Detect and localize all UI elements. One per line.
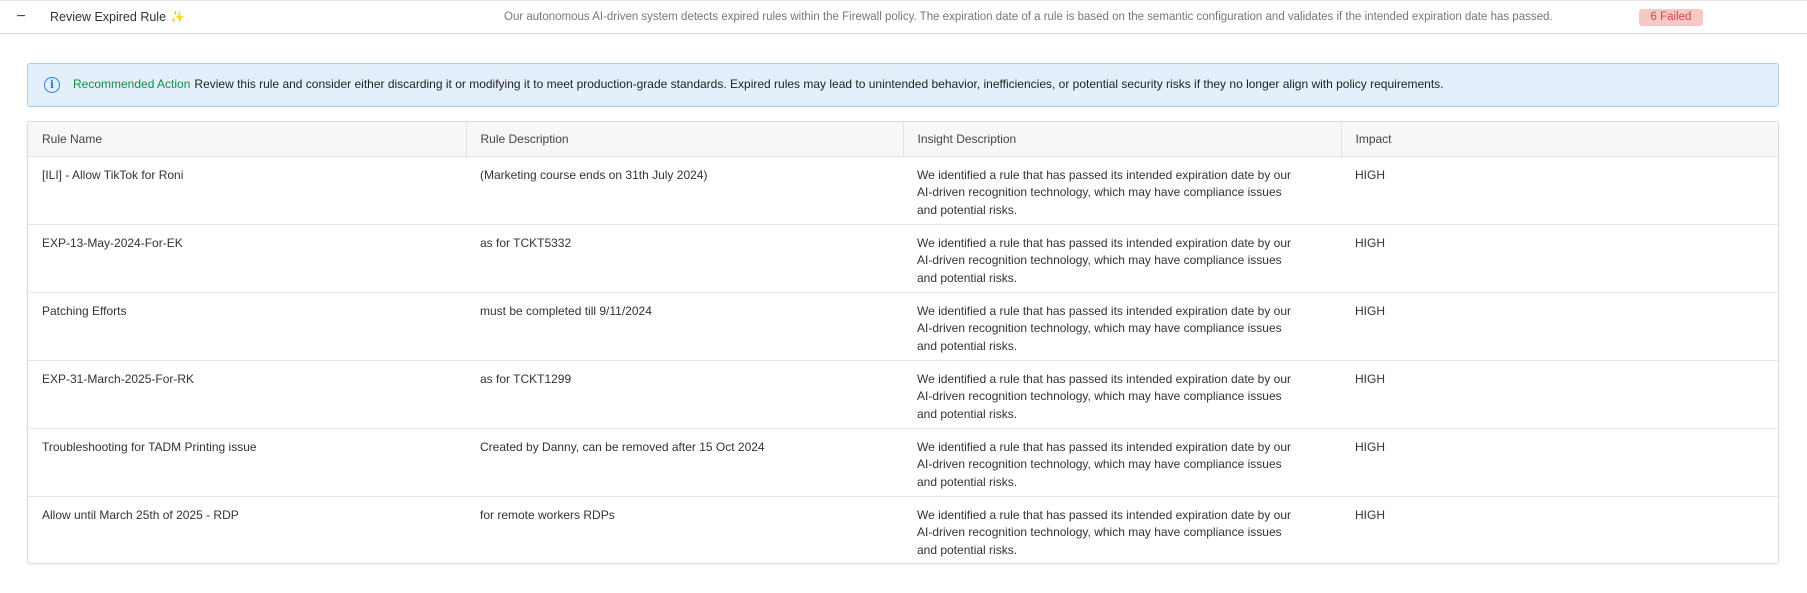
check-header-row[interactable]: − Review Expired Rule ✨ Our autonomous AI…: [0, 0, 1807, 34]
cell-insight-description: We identified a rule that has passed its…: [917, 507, 1292, 557]
cell-impact: HIGH: [1355, 303, 1385, 318]
table-header-row: Rule Name Rule Description Insight Descr…: [28, 122, 1778, 157]
table-row: EXP-31-March-2025-For-RK as for TCKT1299…: [28, 360, 1778, 428]
table-row: Troubleshooting for TADM Printing issue …: [28, 428, 1778, 496]
cell-rule-description: must be completed till 9/11/2024: [480, 303, 652, 318]
table-row: EXP-13-May-2024-For-EK as for TCKT5332 W…: [28, 224, 1778, 292]
info-icon: i: [44, 77, 60, 93]
cell-rule-name: Patching Efforts: [42, 303, 127, 318]
sparkle-icon: ✨: [170, 10, 185, 24]
cell-rule-name: EXP-13-May-2024-For-EK: [42, 235, 183, 250]
cell-rule-description: for remote workers RDPs: [480, 507, 615, 522]
cell-impact: HIGH: [1355, 371, 1385, 386]
check-title: Review Expired Rule ✨: [50, 10, 185, 24]
column-header-rule-description: Rule Description: [466, 122, 904, 157]
cell-insight-description: We identified a rule that has passed its…: [917, 439, 1292, 489]
cell-insight-description: We identified a rule that has passed its…: [917, 167, 1292, 217]
cell-rule-name: EXP-31-March-2025-For-RK: [42, 371, 195, 386]
cell-rule-name: Troubleshooting for TADM Printing issue: [42, 439, 257, 454]
cell-impact: HIGH: [1355, 507, 1385, 522]
cell-impact: HIGH: [1355, 439, 1385, 454]
check-description: Our autonomous AI-driven system detects …: [504, 11, 1553, 23]
cell-rule-name: [ILI] - Allow TikTok for Roni: [42, 167, 184, 182]
table-row: [ILI] - Allow TikTok for Roni (Marketing…: [28, 156, 1778, 224]
cell-impact: HIGH: [1355, 235, 1385, 250]
check-title-label: Review Expired Rule: [50, 10, 167, 24]
cell-insight-description: We identified a rule that has passed its…: [917, 235, 1292, 285]
rules-table: Rule Name Rule Description Insight Descr…: [27, 121, 1779, 564]
cell-rule-name: Allow until March 25th of 2025 - RDP: [42, 507, 239, 522]
banner-text: Recommended Action Review this rule and c…: [73, 77, 1444, 91]
cell-rule-description: as for TCKT5332: [480, 235, 572, 250]
cell-insight-description: We identified a rule that has passed its…: [917, 371, 1292, 421]
column-header-insight-description: Insight Description: [903, 122, 1342, 157]
cell-rule-description: (Marketing course ends on 31th July 2024…: [480, 167, 708, 182]
cell-rule-description: as for TCKT1299: [480, 371, 572, 386]
cell-insight-description: We identified a rule that has passed its…: [917, 303, 1292, 353]
cell-impact: HIGH: [1355, 167, 1385, 182]
cell-rule-description: Created by Danny, can be removed after 1…: [480, 439, 765, 454]
table-row: Patching Efforts must be completed till …: [28, 292, 1778, 360]
column-header-rule-name: Rule Name: [28, 122, 467, 157]
status-badge: 6 Failed: [1639, 9, 1703, 26]
recommended-action-banner: i Recommended Action Review this rule and…: [27, 63, 1779, 107]
banner-label: Recommended Action: [73, 77, 191, 91]
banner-message: Review this rule and consider either dis…: [194, 77, 1444, 91]
column-header-impact: Impact: [1341, 122, 1778, 157]
collapse-icon[interactable]: −: [14, 8, 28, 26]
table-row: Allow until March 25th of 2025 - RDP for…: [28, 496, 1778, 563]
